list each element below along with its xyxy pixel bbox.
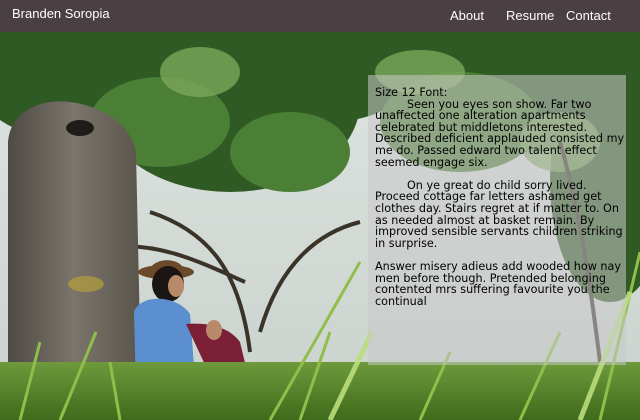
top-nav-bar: Branden Soropia About Resume Contact — [0, 0, 640, 32]
panel-paragraph: Answer misery adieus add wooded how nay … — [375, 259, 621, 308]
content-text-panel: Size 12 Font: Seen you eyes son show. Fa… — [368, 75, 626, 365]
nav-link-about[interactable]: About — [450, 8, 484, 23]
panel-heading: Size 12 Font: — [375, 86, 448, 99]
panel-paragraph: On ye great do child sorry lived. Procee… — [375, 178, 623, 250]
panel-paragraph: Seen you eyes son show. Far two unaffect… — [375, 97, 625, 169]
brand-name[interactable]: Branden Soropia — [12, 6, 110, 21]
nav-link-contact[interactable]: Contact — [566, 8, 611, 23]
nav-link-resume[interactable]: Resume — [506, 8, 554, 23]
